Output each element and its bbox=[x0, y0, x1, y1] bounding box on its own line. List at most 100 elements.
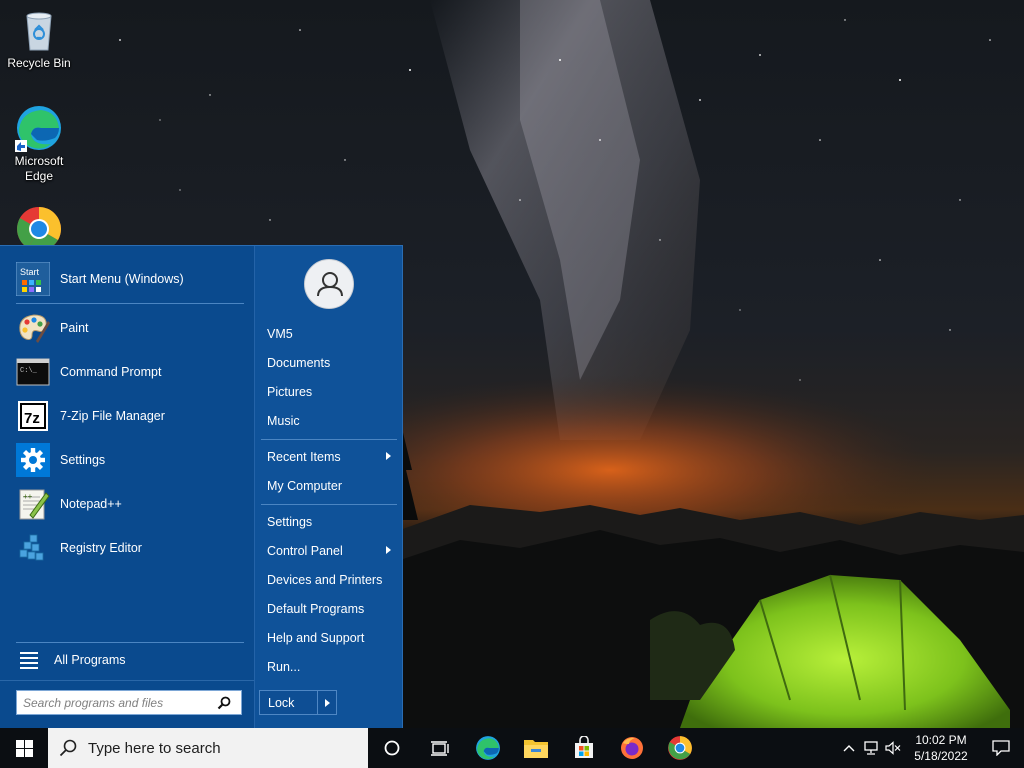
notification-icon bbox=[992, 740, 1010, 756]
places-item-my-computer[interactable]: My Computer bbox=[261, 473, 397, 499]
network-button[interactable] bbox=[860, 728, 882, 768]
start-item-notepadpp[interactable]: ++ Notepad++ bbox=[8, 483, 246, 525]
windows-logo-icon bbox=[15, 739, 33, 757]
start-menu-separator bbox=[16, 642, 244, 643]
search-icon[interactable] bbox=[213, 692, 235, 714]
places-item-default-programs[interactable]: Default Programs bbox=[261, 596, 397, 622]
svg-text:7z: 7z bbox=[24, 410, 40, 427]
places-item-devices-and-printers[interactable]: Devices and Printers bbox=[261, 567, 397, 593]
places-item-pictures[interactable]: Pictures bbox=[261, 379, 397, 405]
chrome-icon bbox=[668, 736, 692, 760]
start-item-paint[interactable]: Paint bbox=[8, 307, 246, 349]
places-separator bbox=[261, 504, 397, 505]
desktop-icon-label: Microsoft Edge bbox=[14, 154, 64, 183]
show-hidden-icons-button[interactable] bbox=[838, 728, 860, 768]
start-item-label: Start Menu (Windows) bbox=[60, 272, 184, 286]
start-search-box[interactable] bbox=[16, 690, 242, 715]
recycle-bin-icon bbox=[15, 6, 63, 54]
places-item-label: Music bbox=[267, 414, 300, 428]
start-menu-programs-pane: Start Start Menu (Windows) Paint C:\_ Co… bbox=[0, 246, 254, 728]
firefox-icon bbox=[621, 737, 643, 759]
taskbar-app-file-explorer[interactable] bbox=[512, 728, 560, 768]
places-item-label: Default Programs bbox=[267, 602, 365, 616]
cortana-icon bbox=[384, 740, 400, 756]
start-item-label: Paint bbox=[60, 321, 89, 335]
places-item-music[interactable]: Music bbox=[261, 408, 397, 434]
start-item-registry-editor[interactable]: Registry Editor bbox=[8, 527, 246, 569]
desktop-icon-label: Recycle Bin bbox=[7, 56, 71, 70]
start-item-label: Command Prompt bbox=[60, 365, 162, 379]
start-menu-icon: Start bbox=[15, 261, 51, 297]
taskbar-clock[interactable]: 10:02 PM 5/18/2022 bbox=[904, 732, 978, 764]
start-item-label: Settings bbox=[60, 453, 106, 467]
system-tray: 10:02 PM 5/18/2022 bbox=[838, 728, 1024, 768]
taskbar-search-box[interactable]: Type here to search bbox=[48, 728, 368, 768]
svg-text:++: ++ bbox=[23, 492, 33, 501]
taskbar-search-text: Type here to search bbox=[88, 739, 221, 757]
task-view-button[interactable] bbox=[416, 728, 464, 768]
search-icon bbox=[48, 739, 88, 757]
file-explorer-icon bbox=[524, 740, 548, 758]
start-button[interactable] bbox=[0, 728, 48, 768]
notepadpp-icon: ++ bbox=[16, 487, 50, 521]
taskbar-app-edge[interactable] bbox=[464, 728, 512, 768]
places-item-label: My Computer bbox=[267, 479, 343, 493]
places-item-run[interactable]: Run... bbox=[261, 654, 397, 680]
places-separator bbox=[261, 439, 397, 440]
places-item-settings[interactable]: Settings bbox=[261, 509, 397, 535]
start-item-settings[interactable]: Settings bbox=[8, 439, 246, 481]
start-menu-separator bbox=[16, 303, 244, 304]
user-icon bbox=[317, 272, 343, 297]
places-item-documents[interactable]: Documents bbox=[261, 350, 397, 376]
submenu-arrow-icon bbox=[386, 546, 391, 554]
cortana-button[interactable] bbox=[368, 728, 416, 768]
start-menu: Start Start Menu (Windows) Paint C:\_ Co… bbox=[0, 245, 403, 728]
user-avatar[interactable] bbox=[304, 259, 354, 309]
start-search-input[interactable] bbox=[17, 691, 213, 714]
start-item-label: 7-Zip File Manager bbox=[60, 409, 165, 423]
places-item-help-and-support[interactable]: Help and Support bbox=[261, 625, 397, 651]
start-menu-places-pane: VM5 Documents Pictures Music Recent Item… bbox=[254, 246, 402, 728]
action-center-button[interactable] bbox=[978, 728, 1024, 768]
desktop-icon-recycle-bin[interactable]: Recycle Bin bbox=[0, 6, 78, 71]
places-item-label: Run... bbox=[267, 660, 301, 674]
places-item-vm5[interactable]: VM5 bbox=[261, 321, 397, 347]
task-view-icon bbox=[431, 741, 449, 756]
places-item-label: VM5 bbox=[267, 327, 293, 341]
volume-button[interactable] bbox=[882, 728, 904, 768]
start-item-command-prompt[interactable]: C:\_ Command Prompt bbox=[8, 351, 246, 393]
all-programs-button[interactable]: All Programs bbox=[8, 646, 246, 674]
places-item-label: Control Panel bbox=[267, 544, 343, 558]
taskbar-app-microsoft-store[interactable] bbox=[560, 728, 608, 768]
microsoft-store-icon bbox=[575, 736, 593, 758]
start-item-label: Notepad++ bbox=[60, 497, 122, 511]
start-item-7zip[interactable]: 7z 7-Zip File Manager bbox=[8, 395, 246, 437]
edge-icon bbox=[15, 104, 63, 152]
places-item-label: Help and Support bbox=[267, 631, 365, 645]
shutdown-options-arrow-icon[interactable] bbox=[318, 698, 336, 707]
clock-date: 5/18/2022 bbox=[914, 749, 968, 763]
places-item-label: Pictures bbox=[267, 385, 313, 399]
registry-editor-icon bbox=[16, 531, 50, 565]
places-item-control-panel[interactable]: Control Panel bbox=[261, 538, 397, 564]
places-item-label: Settings bbox=[267, 515, 313, 529]
places-item-label: Documents bbox=[267, 356, 331, 370]
clock-time: 10:02 PM bbox=[915, 733, 967, 747]
edge-icon bbox=[476, 736, 500, 760]
svg-text:C:\_: C:\_ bbox=[20, 367, 38, 375]
places-item-recent-items[interactable]: Recent Items bbox=[261, 444, 397, 470]
start-item-label: Registry Editor bbox=[60, 541, 142, 555]
start-menu-separator bbox=[0, 680, 254, 681]
paint-icon bbox=[16, 311, 50, 345]
taskbar: Type here to search 10:02 PM 5/18/2022 bbox=[0, 728, 1024, 768]
settings-gear-icon bbox=[16, 443, 50, 477]
taskbar-app-chrome[interactable] bbox=[656, 728, 704, 768]
chevron-up-icon bbox=[843, 745, 855, 752]
network-icon bbox=[864, 741, 878, 755]
list-icon bbox=[20, 651, 38, 669]
taskbar-app-firefox[interactable] bbox=[608, 728, 656, 768]
start-item-start-menu-windows[interactable]: Start Start Menu (Windows) bbox=[8, 258, 246, 300]
places-item-label: Devices and Printers bbox=[267, 573, 383, 587]
desktop-icon-edge[interactable]: Microsoft Edge bbox=[0, 104, 78, 184]
lock-button[interactable]: Lock bbox=[259, 690, 337, 715]
